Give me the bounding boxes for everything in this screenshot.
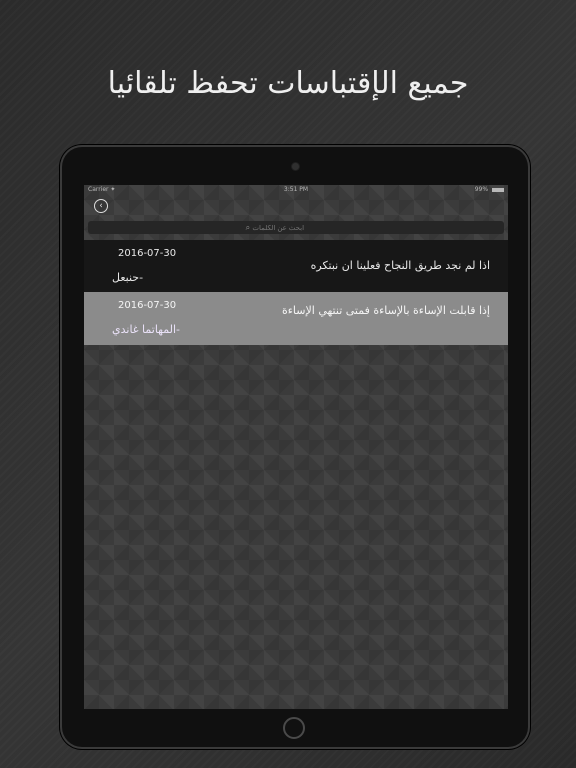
quote-date: 2016-07-30 (118, 300, 177, 311)
quote-row[interactable]: 2016-07-30 -حنبعل اذا لم نجد طريق النجاح… (84, 240, 508, 292)
quote-author: -المهاتما غاندي (112, 323, 180, 336)
home-button[interactable] (283, 717, 305, 739)
battery-icon (492, 187, 504, 192)
quote-text: اذا لم نجد طريق النجاح فعلينا ان نبتكره (310, 259, 490, 272)
camera-dot (292, 163, 299, 170)
search-bar[interactable]: ⌕ (88, 221, 504, 234)
status-bar: Carrier ✦ 3:51 PM 99% (84, 185, 508, 195)
battery-status: 99% (475, 185, 504, 195)
quote-row[interactable]: 2016-07-30 -المهاتما غاندي إذا قابلت الإ… (84, 292, 508, 345)
quote-author: -حنبعل (112, 271, 144, 284)
time-label: 3:51 PM (283, 186, 309, 193)
back-button[interactable]: ‹ (94, 199, 108, 213)
chevron-left-icon: ‹ (99, 201, 103, 211)
page-title: جميع الإقتباسات تحفظ تلقائيا (107, 66, 469, 101)
search-input[interactable] (252, 225, 349, 232)
app-screen: Carrier ✦ 3:51 PM 99% ‹ ⌕ 2016-07-30 -حن… (84, 185, 508, 709)
quote-text: إذا قابلت الإساءة بالإساءة فمتى تنتهي ال… (281, 304, 490, 317)
search-icon: ⌕ (245, 223, 251, 232)
battery-percentage: 99% (474, 186, 489, 193)
ipad-frame: Carrier ✦ 3:51 PM 99% ‹ ⌕ 2016-07-30 -حن… (60, 145, 530, 749)
quote-date: 2016-07-30 (118, 248, 177, 259)
